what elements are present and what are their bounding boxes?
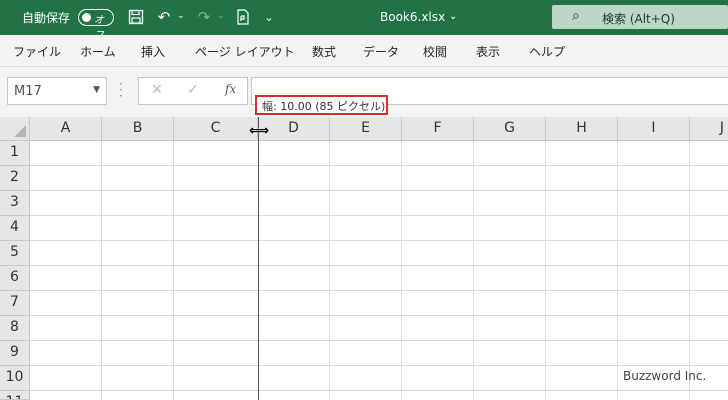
grid-line <box>30 215 728 216</box>
grid-line <box>30 290 728 291</box>
grid-line <box>30 265 728 266</box>
tab-page-layout[interactable]: ページ レイアウト <box>195 43 295 60</box>
row-header-5[interactable]: 5 <box>0 241 30 266</box>
save-icon[interactable] <box>126 7 146 27</box>
touch-mode-icon[interactable] <box>233 7 253 27</box>
grid-line <box>30 190 728 191</box>
customize-qat-icon[interactable]: ⌄ <box>259 7 279 27</box>
row-header-3[interactable]: 3 <box>0 191 30 216</box>
resize-cursor-icon: ⟺ <box>249 123 270 139</box>
grid-line <box>173 141 174 400</box>
worksheet-grid[interactable]: A B C D E F G H I J 1 2 3 4 5 6 7 8 9 10… <box>0 117 728 400</box>
select-all-button[interactable] <box>0 117 30 141</box>
autosave-label: 自動保存 <box>22 11 71 25</box>
column-header-g[interactable]: G <box>474 117 546 141</box>
column-width-tooltip: 幅: 10.00 (85 ピクセル) <box>255 95 388 115</box>
name-box[interactable]: M17 ▼ <box>7 77 107 105</box>
redo-dropdown-icon[interactable]: ⌄ <box>217 11 225 21</box>
grid-line <box>329 141 330 400</box>
grid-line <box>689 141 690 400</box>
grid-line <box>30 390 728 391</box>
column-header-e[interactable]: E <box>330 117 402 141</box>
column-header-c[interactable]: C <box>174 117 258 141</box>
undo-icon[interactable]: ↶ <box>154 7 174 27</box>
grid-line <box>401 141 402 400</box>
tab-view[interactable]: 表示 <box>476 43 500 60</box>
tab-file[interactable]: ファイル <box>13 43 61 60</box>
insert-function-icon[interactable]: fx <box>225 82 236 96</box>
tab-formulas[interactable]: 数式 <box>312 43 336 60</box>
enter-icon[interactable]: ✓ <box>187 82 199 98</box>
column-header-j[interactable]: J <box>690 117 728 141</box>
row-header-4[interactable]: 4 <box>0 216 30 241</box>
autosave-toggle[interactable]: オフ <box>78 9 114 41</box>
search-icon: ⌕ <box>572 8 580 24</box>
select-all-triangle-icon <box>14 125 26 137</box>
grid-line <box>30 365 728 366</box>
toggle-knob <box>82 13 91 22</box>
row-header-7[interactable]: 7 <box>0 291 30 316</box>
row-header-8[interactable]: 8 <box>0 316 30 341</box>
column-header-b[interactable]: B <box>102 117 174 141</box>
grid-line <box>617 141 618 400</box>
grid-line <box>30 165 728 166</box>
column-resize-guide <box>258 117 259 400</box>
row-header-1[interactable]: 1 <box>0 141 30 166</box>
column-header-h[interactable]: H <box>546 117 618 141</box>
name-box-dropdown-icon[interactable]: ▼ <box>93 85 100 95</box>
ribbon-tabs: ファイル ホーム 挿入 ページ レイアウト 数式 データ 校閲 表示 ヘルプ <box>0 35 728 67</box>
row-header-9[interactable]: 9 <box>0 341 30 366</box>
tab-insert[interactable]: 挿入 <box>141 43 165 60</box>
tab-data[interactable]: データ <box>363 43 399 60</box>
undo-dropdown-icon[interactable]: ⌄ <box>177 11 185 21</box>
redo-icon[interactable]: ↷ <box>194 7 214 27</box>
grid-line <box>30 340 728 341</box>
formula-buttons: ✕ ✓ fx <box>138 77 248 105</box>
column-header-a[interactable]: A <box>30 117 102 141</box>
more-options-icon[interactable]: · · · <box>119 78 123 102</box>
grid-line <box>30 240 728 241</box>
search-placeholder: 検索 (Alt+Q) <box>602 12 675 26</box>
cancel-icon[interactable]: ✕ <box>151 82 163 98</box>
tab-home[interactable]: ホーム <box>80 43 116 60</box>
row-header-10[interactable]: 10 <box>0 366 30 391</box>
row-header-11[interactable]: 11 <box>0 391 30 400</box>
search-box[interactable]: ⌕ 検索 (Alt+Q) <box>552 5 728 29</box>
tab-review[interactable]: 校閲 <box>423 43 447 60</box>
title-bar: 自動保存 オフ ↶ ⌄ ↷ ⌄ ⌄ Book6.xlsx ⌄ ⌕ 検索 (Alt… <box>0 0 728 41</box>
column-header-f[interactable]: F <box>402 117 474 141</box>
grid-line <box>30 315 728 316</box>
chevron-down-icon[interactable]: ⌄ <box>449 11 457 22</box>
grid-line <box>545 141 546 400</box>
grid-line <box>101 141 102 400</box>
name-box-value: M17 <box>14 84 42 99</box>
grid-line <box>473 141 474 400</box>
watermark: Buzzword Inc. <box>623 369 707 383</box>
column-header-i[interactable]: I <box>618 117 690 141</box>
row-header-6[interactable]: 6 <box>0 266 30 291</box>
tab-help[interactable]: ヘルプ <box>529 43 565 60</box>
row-header-2[interactable]: 2 <box>0 166 30 191</box>
document-title[interactable]: Book6.xlsx <box>380 10 445 24</box>
